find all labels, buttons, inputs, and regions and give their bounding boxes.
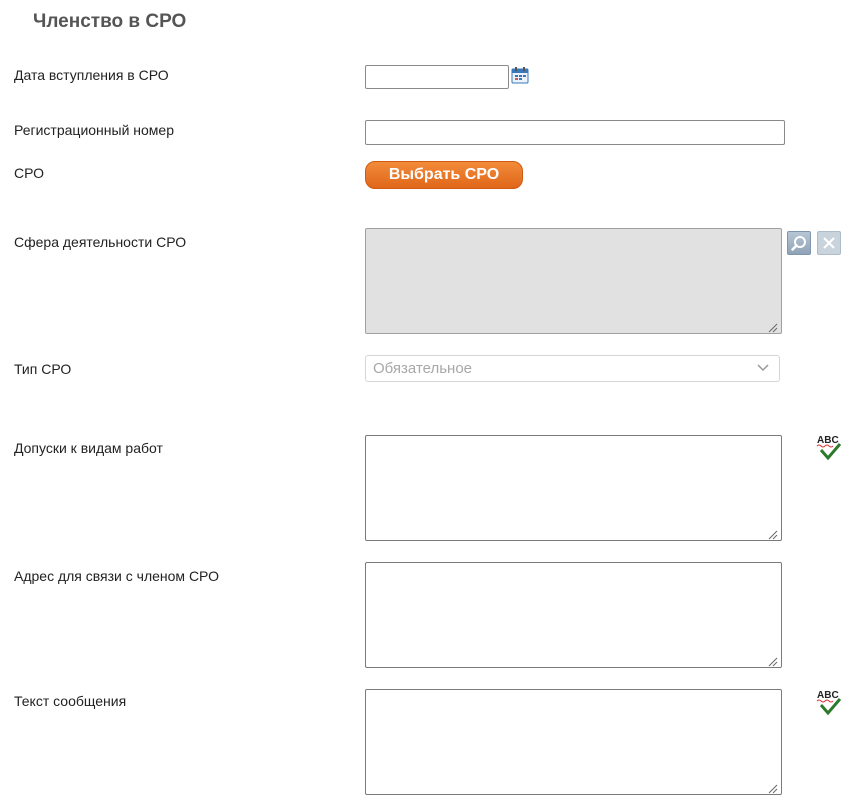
work-permits-label: Допуски к видам работ	[14, 440, 163, 456]
join-date-input[interactable]	[365, 65, 509, 89]
reg-number-label: Регистрационный номер	[14, 122, 174, 138]
spellcheck-icon[interactable]: ABC	[816, 687, 843, 717]
resize-grip-icon[interactable]	[768, 527, 778, 540]
clear-sro-button[interactable]	[817, 231, 841, 255]
close-icon	[823, 237, 835, 249]
spellcheck-icon[interactable]: ABC	[816, 432, 843, 462]
reg-number-input[interactable]	[365, 120, 785, 145]
resize-grip-icon[interactable]	[768, 654, 778, 667]
svg-text:ABC: ABC	[817, 435, 839, 446]
sro-type-label: Тип СРО	[14, 361, 72, 377]
activity-scope-textarea	[365, 228, 782, 334]
join-date-label: Дата вступления в СРО	[14, 67, 169, 83]
svg-text:ABC: ABC	[817, 690, 839, 701]
work-permits-textarea[interactable]	[365, 435, 782, 541]
search-icon	[791, 236, 806, 251]
resize-grip-icon[interactable]	[768, 320, 778, 333]
message-text-label: Текст сообщения	[14, 693, 127, 709]
activity-scope-label: Сфера деятельности СРО	[14, 234, 187, 250]
page-title: Членство в СРО	[33, 11, 187, 32]
sro-type-select[interactable]: Обязательное	[365, 355, 780, 382]
contact-address-label: Адрес для связи с членом СРО	[14, 568, 219, 584]
search-sro-button[interactable]	[787, 231, 811, 255]
choose-sro-button[interactable]: Выбрать СРО	[365, 161, 523, 189]
calendar-icon[interactable]	[511, 66, 529, 84]
resize-grip-icon[interactable]	[768, 781, 778, 794]
sro-label: СРО	[14, 165, 45, 181]
message-text-textarea[interactable]	[365, 689, 782, 795]
chevron-down-icon	[757, 364, 769, 372]
contact-address-textarea[interactable]	[365, 562, 782, 668]
sro-type-selected: Обязательное	[373, 360, 473, 377]
